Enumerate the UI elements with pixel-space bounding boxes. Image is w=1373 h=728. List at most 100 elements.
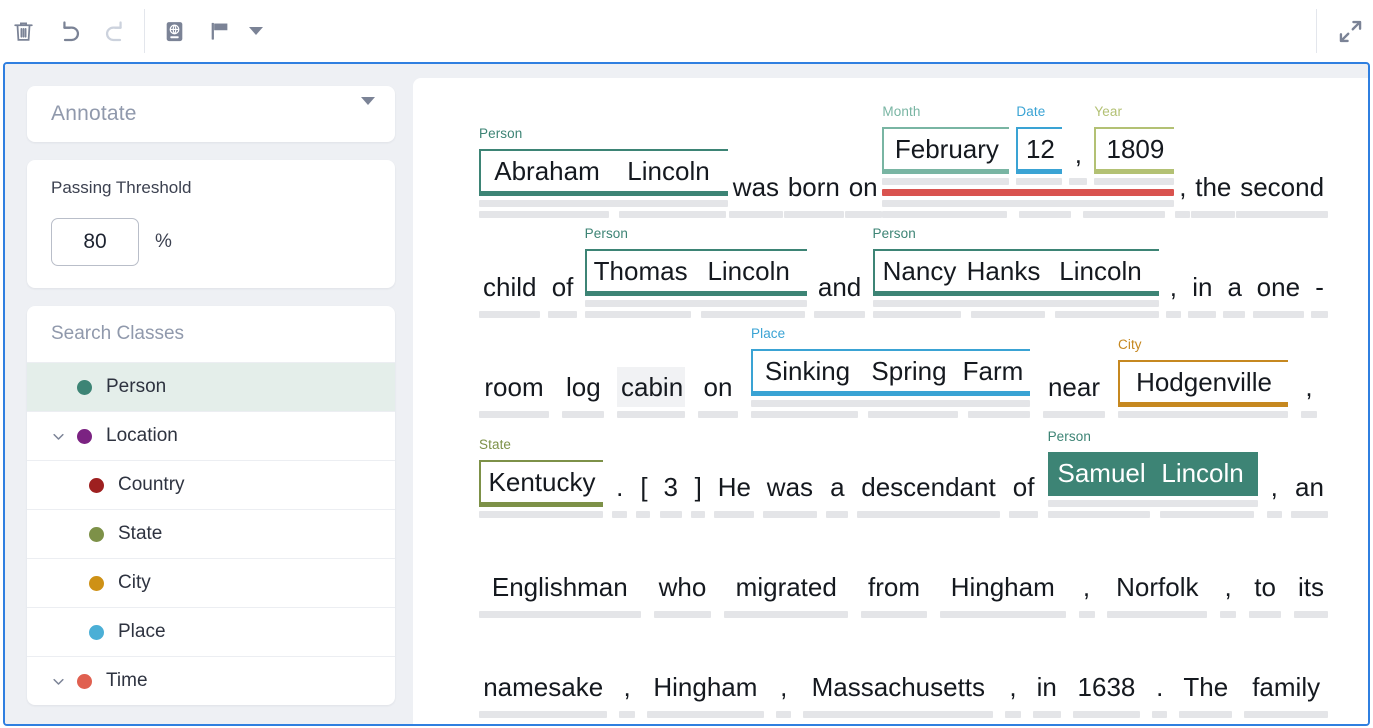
token[interactable]: was bbox=[729, 167, 783, 218]
entity-month[interactable]: MonthFebruary bbox=[882, 127, 1009, 185]
dictionary-button[interactable] bbox=[151, 8, 197, 54]
token-marker-slot[interactable] bbox=[803, 711, 993, 718]
token-marker-slot[interactable] bbox=[1005, 711, 1020, 718]
token[interactable]: log bbox=[562, 367, 604, 418]
token-marker-slot[interactable] bbox=[617, 411, 685, 418]
entity-marker-slot[interactable] bbox=[479, 200, 728, 207]
token-marker-slot[interactable] bbox=[479, 311, 540, 318]
entity-span[interactable]: ThomasLincoln bbox=[585, 249, 807, 296]
token-marker-slot[interactable] bbox=[619, 211, 726, 218]
token-marker-slot[interactable] bbox=[636, 511, 650, 518]
class-expand-toggle[interactable] bbox=[51, 429, 73, 444]
token-marker-slot[interactable] bbox=[660, 511, 682, 518]
search-classes-input[interactable]: Search Classes bbox=[27, 306, 395, 362]
token[interactable]: on bbox=[698, 367, 738, 418]
token[interactable]: of bbox=[1009, 467, 1039, 518]
token[interactable]: Hingham bbox=[647, 667, 764, 718]
token[interactable]: family bbox=[1244, 667, 1328, 718]
token[interactable]: , bbox=[776, 667, 791, 718]
token-marker-slot[interactable] bbox=[714, 511, 754, 518]
entity-marker-slot[interactable] bbox=[585, 300, 807, 307]
token-marker-slot[interactable] bbox=[940, 611, 1066, 618]
entity-span[interactable]: 12 bbox=[1016, 127, 1062, 174]
token[interactable]: migrated bbox=[724, 567, 848, 618]
token-marker-slot[interactable] bbox=[585, 311, 691, 318]
document-panel[interactable]: PersonAbrahamLincolnwasbornonMonthFebrua… bbox=[413, 78, 1368, 724]
token-marker-slot[interactable] bbox=[1179, 711, 1232, 718]
entity-place[interactable]: PlaceSinkingSpringFarm bbox=[751, 349, 1030, 418]
token-marker-slot[interactable] bbox=[861, 611, 927, 618]
token[interactable]: cabin bbox=[617, 367, 685, 418]
class-item-time[interactable]: Time bbox=[27, 656, 395, 705]
token-marker-slot[interactable] bbox=[724, 611, 848, 618]
token-marker-slot[interactable] bbox=[1267, 511, 1282, 518]
time-entity-marker[interactable] bbox=[882, 189, 1174, 196]
token-marker-slot[interactable] bbox=[1152, 711, 1167, 718]
redo-button[interactable] bbox=[92, 8, 138, 54]
entity-span[interactable]: 1809 bbox=[1094, 127, 1174, 174]
token-marker-slot[interactable] bbox=[1191, 211, 1235, 218]
class-item-state[interactable]: State bbox=[27, 509, 395, 558]
token[interactable]: namesake bbox=[479, 667, 607, 718]
token[interactable]: second bbox=[1236, 167, 1328, 218]
token-marker-slot[interactable] bbox=[548, 311, 578, 318]
passing-threshold-input[interactable] bbox=[51, 218, 139, 266]
undo-button[interactable] bbox=[46, 8, 92, 54]
token-marker-slot[interactable] bbox=[826, 511, 848, 518]
entity-date[interactable]: Date12 bbox=[1016, 127, 1062, 185]
token-marker-slot[interactable] bbox=[776, 711, 791, 718]
token[interactable]: of bbox=[548, 267, 578, 318]
token-marker-slot[interactable] bbox=[1079, 611, 1095, 618]
annotated-text[interactable]: PersonAbrahamLincolnwasbornonMonthFebrua… bbox=[413, 78, 1368, 718]
token-marker-slot[interactable] bbox=[691, 511, 705, 518]
entity-span[interactable]: NancyHanksLincoln bbox=[873, 249, 1159, 296]
token-marker-slot[interactable] bbox=[1073, 711, 1140, 718]
token-marker-slot[interactable] bbox=[647, 711, 764, 718]
token-marker-slot[interactable] bbox=[698, 411, 738, 418]
token-marker-slot[interactable] bbox=[1188, 311, 1216, 318]
token[interactable]: , bbox=[1069, 134, 1087, 185]
token[interactable]: [ bbox=[636, 467, 650, 518]
token[interactable]: room bbox=[479, 367, 549, 418]
token-marker-slot[interactable] bbox=[479, 711, 607, 718]
token[interactable]: , bbox=[1267, 467, 1282, 518]
token-marker-slot[interactable] bbox=[968, 411, 1030, 418]
entity-span[interactable]: Hodgenville bbox=[1118, 360, 1288, 407]
token[interactable]: ] bbox=[691, 467, 705, 518]
token-marker-slot[interactable] bbox=[479, 511, 603, 518]
token[interactable]: Englishman bbox=[479, 567, 641, 618]
token-marker-slot[interactable] bbox=[1253, 311, 1304, 318]
token-marker-slot[interactable] bbox=[857, 511, 999, 518]
token-marker-slot[interactable] bbox=[1043, 411, 1105, 418]
token[interactable]: in bbox=[1188, 267, 1216, 318]
token[interactable]: Norfolk bbox=[1107, 567, 1207, 618]
entity-span[interactable]: SamuelLincoln bbox=[1048, 452, 1258, 496]
token-marker-slot[interactable] bbox=[845, 211, 882, 218]
token-marker-slot[interactable] bbox=[1009, 511, 1039, 518]
token-marker-slot[interactable] bbox=[1019, 211, 1071, 218]
token[interactable]: child bbox=[479, 267, 540, 318]
token[interactable]: The bbox=[1179, 667, 1232, 718]
token[interactable]: on bbox=[845, 167, 882, 218]
token[interactable]: the bbox=[1191, 167, 1235, 218]
flag-dropdown-caret[interactable] bbox=[243, 11, 269, 51]
token-marker-slot[interactable] bbox=[479, 411, 549, 418]
entity-span[interactable]: SinkingSpringFarm bbox=[751, 349, 1030, 396]
token-marker-slot[interactable] bbox=[729, 211, 783, 218]
class-item-person[interactable]: Person bbox=[27, 362, 395, 411]
token-marker-slot[interactable] bbox=[701, 311, 805, 318]
class-item-location[interactable]: Location bbox=[27, 411, 395, 460]
token[interactable]: in bbox=[1033, 667, 1061, 718]
token[interactable]: one bbox=[1253, 267, 1304, 318]
token-marker-slot[interactable] bbox=[654, 611, 712, 618]
token-marker-slot[interactable] bbox=[619, 711, 634, 718]
token[interactable]: , bbox=[1079, 567, 1095, 618]
token-marker-slot[interactable] bbox=[1220, 611, 1236, 618]
token-marker-slot[interactable] bbox=[1033, 711, 1061, 718]
entity-span[interactable]: Kentucky bbox=[479, 460, 603, 507]
class-expand-toggle[interactable] bbox=[51, 674, 73, 689]
token[interactable]: an bbox=[1291, 467, 1328, 518]
token-marker-slot[interactable] bbox=[1107, 611, 1207, 618]
entity-group-time[interactable]: MonthFebruaryDate12,Year1809 bbox=[882, 127, 1174, 218]
token-marker-slot[interactable] bbox=[1016, 178, 1062, 185]
